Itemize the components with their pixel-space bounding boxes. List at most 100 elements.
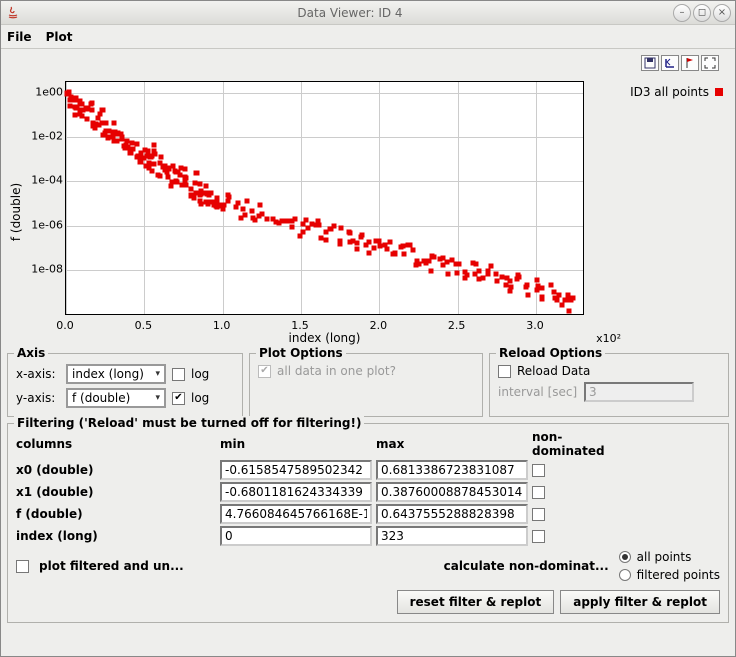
menu-plot[interactable]: Plot bbox=[46, 30, 73, 44]
data-point bbox=[366, 251, 371, 256]
mid-panels: Axis x-axis: index (long) log y-axis: f … bbox=[7, 353, 729, 417]
reload-title: Reload Options bbox=[496, 346, 605, 360]
data-point bbox=[220, 206, 225, 211]
save-icon[interactable] bbox=[641, 55, 659, 71]
filter-column-name: x1 (double) bbox=[16, 485, 216, 499]
java-icon bbox=[5, 5, 21, 21]
plot-options-panel: Plot Options all data in one plot? bbox=[249, 353, 483, 417]
data-point bbox=[410, 248, 415, 253]
data-point bbox=[486, 268, 491, 273]
menu-file[interactable]: File bbox=[7, 30, 32, 44]
data-point bbox=[273, 220, 278, 225]
xaxis-label: x-axis: bbox=[16, 367, 60, 381]
yaxis-select[interactable]: f (double) bbox=[66, 388, 166, 408]
plot-filtered-checkbox[interactable] bbox=[16, 560, 29, 573]
data-point bbox=[339, 226, 344, 231]
data-point bbox=[432, 254, 437, 259]
filter-max-input[interactable] bbox=[376, 482, 528, 502]
data-point bbox=[151, 161, 156, 166]
data-point bbox=[534, 288, 539, 293]
data-point bbox=[84, 117, 89, 122]
plot-area[interactable]: ID3 all points index (long) x10² 0.00.51… bbox=[25, 77, 729, 347]
filter-nd-checkbox[interactable] bbox=[532, 508, 545, 521]
reset-filter-button[interactable]: reset filter & replot bbox=[397, 590, 555, 614]
data-point bbox=[508, 279, 513, 284]
nd-header: non-dominated bbox=[532, 430, 632, 458]
xaxis-log-checkbox[interactable] bbox=[172, 368, 185, 381]
xaxis-select[interactable]: index (long) bbox=[66, 364, 166, 384]
filtered-points-label: filtered points bbox=[637, 568, 720, 582]
x-tick: 3.0 bbox=[526, 319, 544, 332]
interval-input bbox=[584, 382, 694, 402]
all-in-one-checkbox bbox=[258, 365, 271, 378]
yaxis-label: y-axis: bbox=[16, 391, 60, 405]
filter-min-input[interactable] bbox=[220, 460, 372, 480]
apply-filter-button[interactable]: apply filter & replot bbox=[560, 590, 720, 614]
data-point bbox=[198, 192, 203, 197]
data-point bbox=[123, 143, 128, 148]
minimize-button[interactable]: – bbox=[673, 4, 691, 22]
data-point bbox=[371, 246, 376, 251]
menubar: File Plot bbox=[1, 25, 735, 49]
data-point bbox=[158, 173, 163, 178]
close-button[interactable]: × bbox=[713, 4, 731, 22]
data-point bbox=[146, 148, 151, 153]
filter-nd-checkbox[interactable] bbox=[532, 486, 545, 499]
data-point bbox=[150, 169, 155, 174]
data-point bbox=[101, 108, 106, 113]
maximize-button[interactable]: ◻ bbox=[693, 4, 711, 22]
filter-min-input[interactable] bbox=[220, 504, 372, 524]
data-point bbox=[319, 235, 324, 240]
data-point bbox=[402, 252, 407, 257]
data-point bbox=[130, 146, 135, 151]
filter-min-input[interactable] bbox=[220, 526, 372, 546]
data-point bbox=[323, 237, 328, 242]
data-point bbox=[535, 277, 540, 282]
interval-label: interval [sec] bbox=[498, 385, 578, 399]
plot-options-title: Plot Options bbox=[256, 346, 346, 360]
data-point bbox=[194, 171, 199, 176]
data-point bbox=[457, 262, 462, 267]
data-point bbox=[556, 293, 561, 298]
data-point bbox=[464, 272, 469, 277]
calc-nd-label: calculate non-dominat... bbox=[444, 559, 609, 573]
filter-min-input[interactable] bbox=[220, 482, 372, 502]
yaxis-log-checkbox[interactable] bbox=[172, 392, 185, 405]
reload-checkbox[interactable] bbox=[498, 365, 511, 378]
data-point bbox=[391, 252, 396, 257]
data-point bbox=[197, 182, 202, 187]
flag-icon[interactable] bbox=[681, 55, 699, 71]
filter-nd-checkbox[interactable] bbox=[532, 530, 545, 543]
data-point bbox=[226, 195, 231, 200]
data-point bbox=[337, 238, 342, 243]
data-point bbox=[355, 241, 360, 246]
data-point bbox=[354, 247, 359, 252]
y-tick: 1e00 bbox=[35, 86, 63, 99]
filter-column-name: f (double) bbox=[16, 507, 216, 521]
legend-marker bbox=[715, 88, 723, 96]
data-point bbox=[177, 172, 182, 177]
filter-max-input[interactable] bbox=[376, 526, 528, 546]
filter-max-input[interactable] bbox=[376, 460, 528, 480]
data-point bbox=[65, 92, 70, 97]
data-point bbox=[374, 238, 379, 243]
chart: f (double) ID3 all points index (long) x… bbox=[7, 77, 729, 347]
data-point bbox=[289, 224, 294, 229]
data-point bbox=[151, 148, 156, 153]
data-point bbox=[84, 106, 89, 111]
filter-nd-checkbox[interactable] bbox=[532, 464, 545, 477]
reset-zoom-icon[interactable] bbox=[661, 55, 679, 71]
data-point bbox=[90, 101, 95, 106]
data-point bbox=[245, 198, 250, 203]
all-points-label: all points bbox=[637, 550, 692, 564]
reload-label: Reload Data bbox=[517, 364, 590, 378]
data-point bbox=[315, 219, 320, 224]
x-axis-exponent: x10² bbox=[596, 332, 621, 345]
filter-max-input[interactable] bbox=[376, 504, 528, 524]
all-points-radio[interactable] bbox=[619, 551, 631, 563]
filtered-points-radio[interactable] bbox=[619, 569, 631, 581]
data-point bbox=[494, 272, 499, 277]
expand-icon[interactable] bbox=[701, 55, 719, 71]
legend-label: ID3 all points bbox=[630, 85, 709, 99]
data-point bbox=[243, 212, 248, 217]
